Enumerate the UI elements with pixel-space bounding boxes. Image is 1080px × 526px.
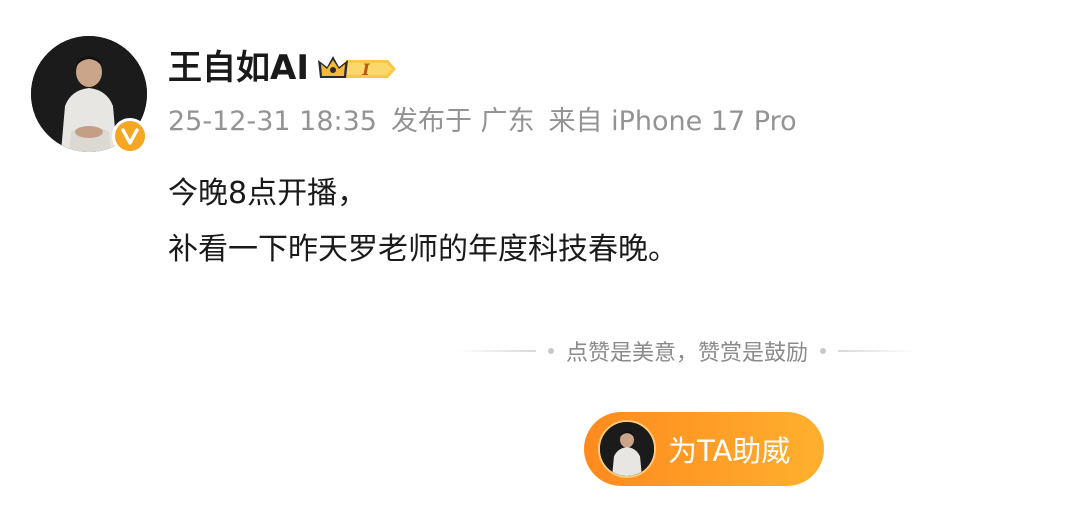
reward-divider: 点赞是美意，赞赏是鼓励 bbox=[456, 336, 956, 366]
divider-dot bbox=[548, 348, 554, 354]
post-location: 发布于 广东 bbox=[390, 106, 535, 137]
divider-line bbox=[456, 350, 536, 352]
divider-line bbox=[838, 350, 919, 352]
verified-badge-icon bbox=[112, 118, 148, 154]
post-text-line: 今晚8点开播， bbox=[168, 176, 368, 211]
reward-tagline: 点赞是美意，赞赏是鼓励 bbox=[566, 341, 809, 366]
cheer-avatar bbox=[598, 420, 656, 478]
post-meta: 25-12-31 18:35 发布于 广东 来自 iPhone 17 Pro bbox=[168, 104, 811, 140]
divider-dot bbox=[820, 348, 827, 354]
cheer-button-label: 为TA助威 bbox=[668, 434, 791, 468]
post-text-line: 补看一下昨天罗老师的年度科技春晚。 bbox=[168, 232, 678, 267]
post-timestamp: 25-12-31 18:35 bbox=[168, 106, 377, 137]
post-content: 今晚8点开播， 补看一下昨天罗老师的年度科技春晚。 bbox=[168, 166, 678, 278]
vip-level: I bbox=[361, 60, 370, 79]
author-name[interactable]: 王自如AI bbox=[168, 48, 309, 88]
post-source[interactable]: 来自 iPhone 17 Pro bbox=[549, 106, 797, 137]
cheer-button[interactable]: 为TA助威 bbox=[584, 412, 824, 486]
vip-crown-badge-icon[interactable]: I bbox=[316, 52, 400, 86]
